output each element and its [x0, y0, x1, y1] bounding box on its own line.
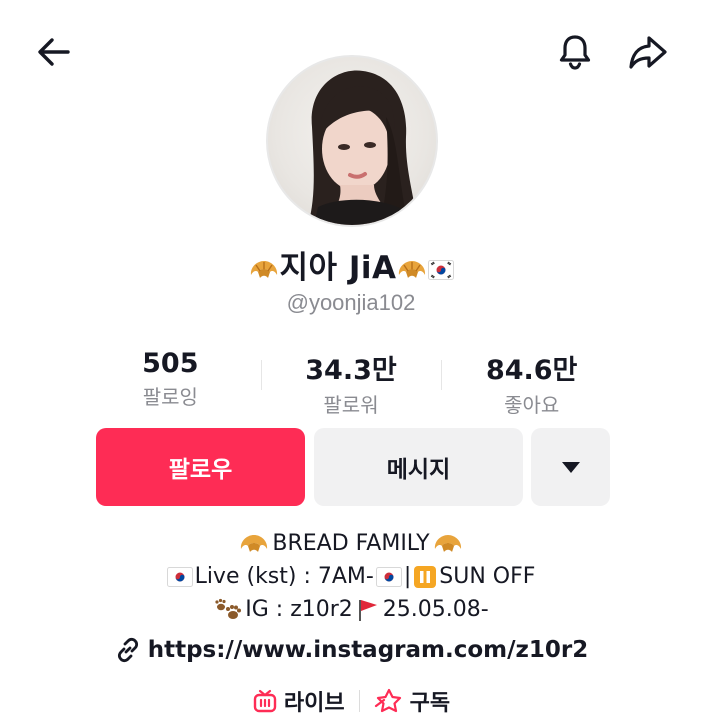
follow-button[interactable]: 팔로우	[96, 428, 305, 506]
korea-flag-emoji-icon	[166, 566, 193, 587]
stat-value: 84.6만	[485, 355, 578, 386]
bio-text: SUN OFF	[439, 564, 536, 589]
bio-text: |	[403, 564, 412, 589]
korea-flag-emoji-icon	[375, 566, 402, 587]
stat-value: 505	[142, 348, 199, 379]
stat-label: 팔로잉	[142, 385, 198, 409]
bio-line: BREAD FAMILY	[0, 527, 702, 560]
more-options-button[interactable]	[531, 428, 610, 506]
message-button[interactable]: 메시지	[314, 428, 523, 506]
korea-flag-emoji-icon	[428, 259, 455, 280]
red-flag-emoji-icon	[358, 599, 377, 621]
profile-stats: 505 팔로잉 34.3만 팔로워 84.6만 좋아요	[80, 348, 622, 417]
stat-following[interactable]: 505 팔로잉	[80, 348, 261, 412]
avatar[interactable]	[266, 55, 438, 227]
stat-value: 34.3만	[305, 355, 397, 386]
profile-link[interactable]: https://www.instagram.com/z10r2	[0, 636, 702, 664]
avatar-portrait	[308, 70, 418, 225]
stat-label: 팔로워	[323, 393, 379, 417]
bio-text: BREAD FAMILY	[272, 531, 430, 556]
live-label: 라이브	[283, 691, 345, 716]
display-name: 지아 JiA	[0, 242, 702, 287]
subscribe-label: 구독	[409, 691, 451, 716]
back-button[interactable]	[32, 30, 76, 74]
paw-prints-emoji-icon	[215, 598, 242, 619]
bio-text: Live (kst) : 7AM-	[194, 564, 374, 589]
arrow-left-icon	[38, 38, 70, 66]
subscribe-star-icon	[374, 688, 401, 713]
pause-emoji-icon	[414, 565, 437, 588]
live-button[interactable]: 라이브	[238, 685, 359, 717]
notification-bell-button[interactable]	[553, 30, 597, 74]
live-tv-icon	[253, 689, 277, 713]
croissant-emoji-icon	[434, 534, 461, 552]
display-name-text: 지아 JiA	[279, 250, 397, 286]
bio-line: IG : z10r2 25.05.08-	[0, 593, 702, 626]
share-button[interactable]	[626, 30, 670, 74]
share-arrow-icon	[629, 36, 667, 69]
bell-icon	[559, 35, 591, 70]
bio-line: Live (kst) : 7AM- | SUN OFF	[0, 560, 702, 593]
bio-text: 25.05.08-	[382, 597, 489, 622]
caret-down-icon	[561, 462, 580, 473]
profile-link-url[interactable]: https://www.instagram.com/z10r2	[148, 637, 589, 663]
stat-label: 좋아요	[504, 393, 560, 417]
link-icon	[117, 637, 138, 663]
username-handle: @yoonjia102	[286, 290, 416, 315]
croissant-emoji-icon	[250, 260, 277, 278]
profile-extras: 라이브 구독	[0, 685, 702, 717]
bio: BREAD FAMILY Live (kst) : 7AM- | SUN OFF	[0, 527, 702, 626]
stat-likes[interactable]: 84.6만 좋아요	[441, 348, 622, 417]
subscribe-button[interactable]: 구독	[360, 685, 464, 717]
croissant-emoji-icon	[241, 534, 268, 552]
croissant-emoji-icon	[399, 260, 426, 278]
bio-text: IG : z10r2	[245, 597, 353, 622]
stat-followers[interactable]: 34.3만 팔로워	[260, 348, 442, 417]
